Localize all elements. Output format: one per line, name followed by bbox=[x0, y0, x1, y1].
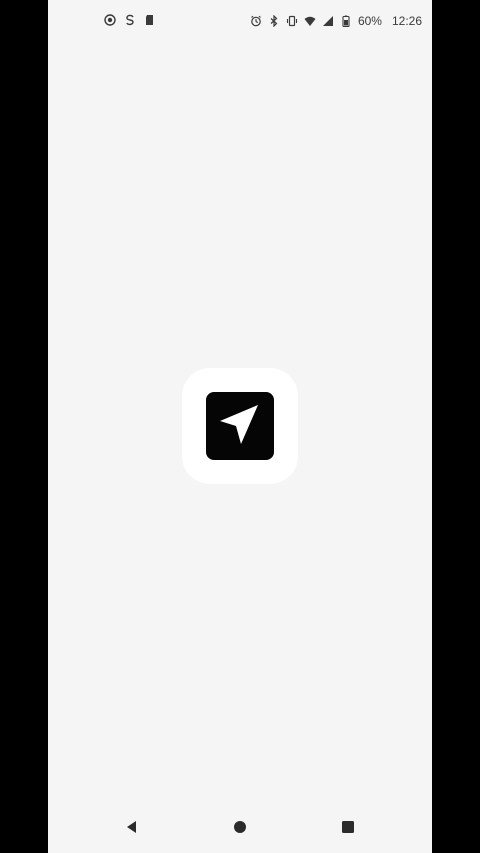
wifi-icon bbox=[304, 15, 316, 27]
home-icon bbox=[232, 819, 248, 840]
phone-screen: 60% 12:26 bbox=[48, 0, 432, 853]
back-button[interactable] bbox=[123, 820, 141, 838]
navigation-bar bbox=[48, 805, 432, 853]
alarm-icon bbox=[250, 15, 262, 27]
sd-card-icon bbox=[144, 14, 156, 26]
navigation-arrow-icon bbox=[216, 400, 264, 453]
app-icon bbox=[206, 392, 274, 460]
battery-icon bbox=[340, 15, 352, 27]
screen-record-icon bbox=[104, 14, 116, 26]
back-icon bbox=[124, 819, 140, 840]
vibrate-icon bbox=[286, 15, 298, 27]
status-bar: 60% 12:26 bbox=[48, 0, 432, 44]
recents-button[interactable] bbox=[339, 820, 357, 838]
recents-icon bbox=[340, 819, 356, 840]
sync-icon bbox=[124, 14, 136, 26]
status-left-icons bbox=[104, 14, 156, 26]
status-time: 12:26 bbox=[391, 14, 422, 28]
signal-icon bbox=[322, 15, 334, 27]
splash-icon-container bbox=[182, 368, 298, 484]
status-right-icons: 60% 12:26 bbox=[250, 14, 422, 28]
bluetooth-icon bbox=[268, 15, 280, 27]
battery-percent: 60% bbox=[357, 14, 382, 28]
home-button[interactable] bbox=[231, 820, 249, 838]
